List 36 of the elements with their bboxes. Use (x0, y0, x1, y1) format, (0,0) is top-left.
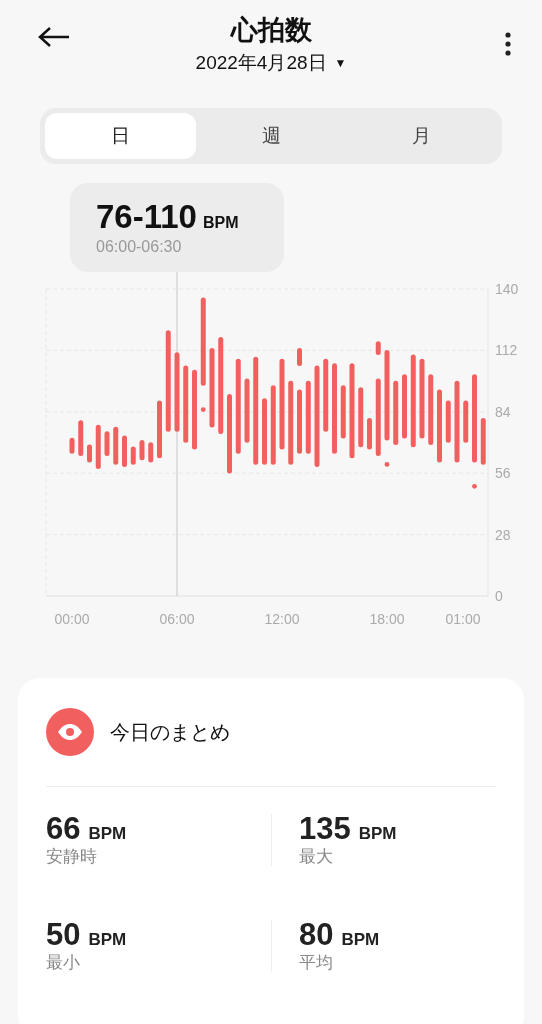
stat-value: 80 (299, 917, 334, 952)
more-icon[interactable] (504, 32, 512, 56)
caret-icon[interactable]: ▼ (334, 54, 347, 72)
stat-value: 66 (46, 811, 81, 846)
stat-unit: BPM (341, 928, 380, 951)
stat-unit: BPM (88, 928, 127, 951)
stat-label: 平均 (299, 952, 334, 975)
y-axis-label: 112 (495, 342, 518, 359)
stat-unit: BPM (358, 822, 397, 845)
tooltip-time-range: 06:00-06:30 (96, 237, 183, 257)
period-tab[interactable]: 週 (195, 113, 347, 159)
x-axis-label: 12:00 (264, 611, 300, 627)
stat-label: 最小 (46, 952, 81, 975)
date-selector[interactable]: 2022年4月28日 (195, 50, 327, 76)
tooltip-unit: BPM (202, 213, 239, 233)
stat-label: 最大 (299, 846, 334, 869)
x-axis-label: 00:00 (54, 611, 90, 627)
stat-value: 135 (299, 811, 351, 846)
y-axis-label: 84 (495, 403, 511, 420)
period-tab[interactable]: 日 (45, 113, 196, 159)
page-title: 心拍数 (230, 14, 312, 47)
y-axis-label: 28 (495, 526, 511, 543)
stat-value: 50 (46, 917, 81, 952)
tooltip-value: 76-110 (96, 197, 197, 237)
y-axis-label: 56 (495, 465, 511, 482)
stat-unit: BPM (88, 822, 127, 845)
back-icon[interactable] (38, 26, 70, 48)
period-tab[interactable]: 月 (346, 113, 497, 159)
stat-label: 安静時 (46, 846, 98, 869)
y-axis-label: 140 (495, 281, 519, 297)
eye-icon (46, 708, 94, 756)
summary-title: 今日のまとめ (110, 720, 230, 745)
x-axis-label: 01:00 (445, 611, 481, 627)
y-axis-label: 0 (495, 588, 503, 604)
x-axis-label: 06:00 (159, 611, 195, 627)
x-axis-label: 18:00 (369, 611, 405, 627)
